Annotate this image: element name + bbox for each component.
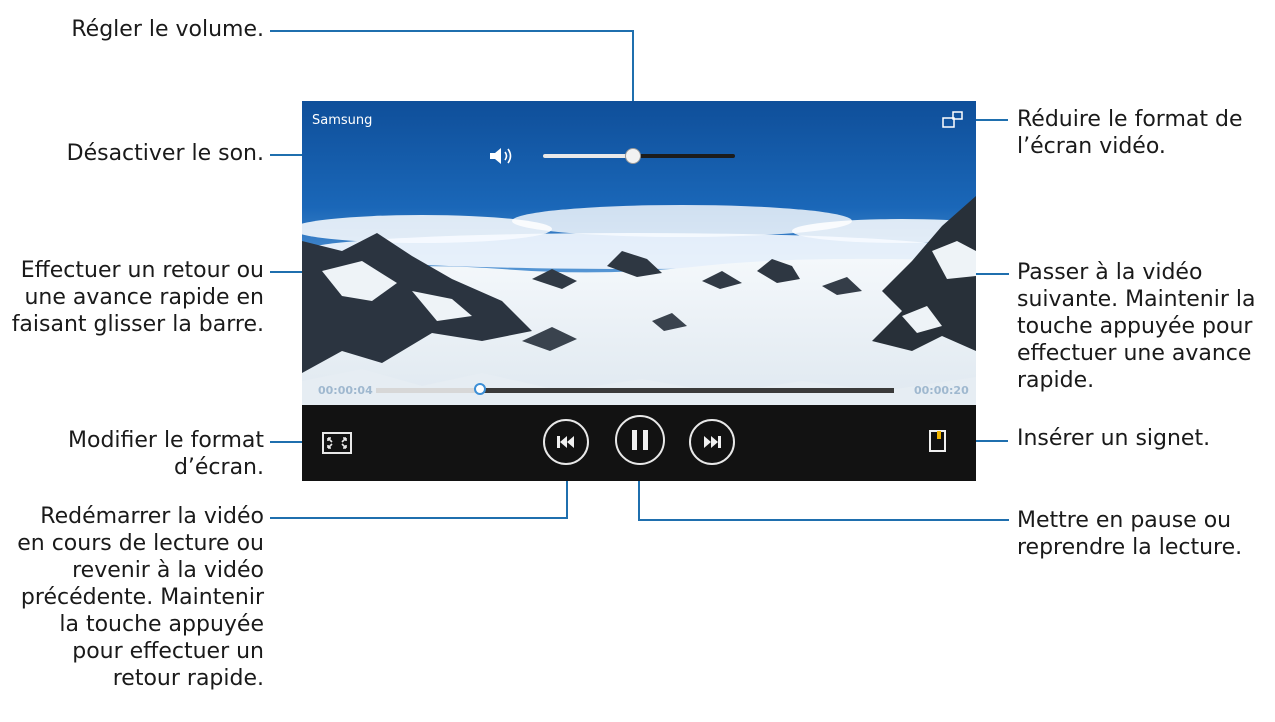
label-popup-line1: Réduire le format de [1017,107,1243,132]
callout-volume-h [270,30,634,32]
label-seek-line1: Effectuer un retour ou [20,258,264,283]
label-previous-line5: la touche appuyée [59,612,264,637]
popup-player-icon [942,111,963,128]
label-previous-line2: en cours de lecture ou [17,531,264,556]
label-seek-line2: une avance rapide en [24,285,264,310]
video-frame[interactable]: Samsung 00:00:04 00:00:20 [302,101,976,405]
label-next-line1: Passer à la vidéo [1017,260,1203,285]
label-previous: Redémarrer la vidéo en cours de lecture … [17,503,264,692]
label-previous-line6: pour effectuer un [72,639,264,664]
bookmark-icon [929,430,946,452]
video-title: Samsung [312,113,373,128]
volume-slider[interactable] [543,148,735,164]
elapsed-time: 00:00:04 [318,384,373,397]
pause-button[interactable] [615,415,665,465]
label-popup: Réduire le format de l’écran vidéo. [1017,106,1242,160]
previous-button[interactable] [543,419,589,465]
label-aspect-line1: Modifier le format [68,428,264,453]
label-aspect-line2: d’écran. [173,455,264,480]
video-player-screen[interactable]: Samsung 00:00:04 00:00:20 [302,101,976,481]
next-icon [704,436,721,448]
label-next-line5: rapide. [1017,368,1095,393]
label-previous-line4: précédente. Maintenir [20,585,264,610]
label-previous-line7: retour rapide. [112,666,264,691]
aspect-ratio-button[interactable] [322,432,352,454]
mute-button[interactable] [488,145,516,167]
callout-pause-h [638,519,1009,521]
volume-fill [543,154,634,158]
playback-controls [302,405,976,481]
label-bookmark: Insérer un signet. [1017,426,1211,451]
label-pause-line2: reprendre la lecture. [1017,535,1243,560]
label-pause: Mettre en pause ou reprendre la lecture. [1017,507,1242,561]
seek-fill [376,388,480,393]
previous-icon [557,436,574,448]
label-next-line2: suivante. Maintenir la [1017,287,1256,312]
label-aspect: Modifier le format d’écran. [68,427,264,481]
label-next-line4: effectuer une avance [1017,341,1252,366]
label-pause-line1: Mettre en pause ou [1017,508,1232,533]
speaker-icon [490,148,512,164]
total-time: 00:00:20 [914,384,969,397]
label-seek: Effectuer un retour ou une avance rapide… [12,257,264,338]
label-previous-line1: Redémarrer la vidéo [40,504,264,529]
seek-thumb[interactable] [473,383,486,395]
seek-bar[interactable] [376,383,894,395]
bookmark-button[interactable] [928,429,948,453]
aspect-ratio-icon [322,432,352,454]
popup-player-button[interactable] [942,111,964,129]
label-next: Passer à la vidéo suivante. Maintenir la… [1017,259,1255,394]
label-volume: Régler le volume. [71,17,264,42]
callout-previous-h [270,517,568,519]
label-previous-line3: revenir à la vidéo [72,558,264,583]
label-popup-line2: l’écran vidéo. [1017,134,1166,159]
label-next-line3: touche appuyée pour [1017,314,1253,339]
mountain-scene [302,196,976,405]
pause-icon [632,430,648,450]
next-button[interactable] [689,419,735,465]
label-mute: Désactiver le son. [66,141,264,166]
label-seek-line3: faisant glisser la barre. [11,312,264,337]
